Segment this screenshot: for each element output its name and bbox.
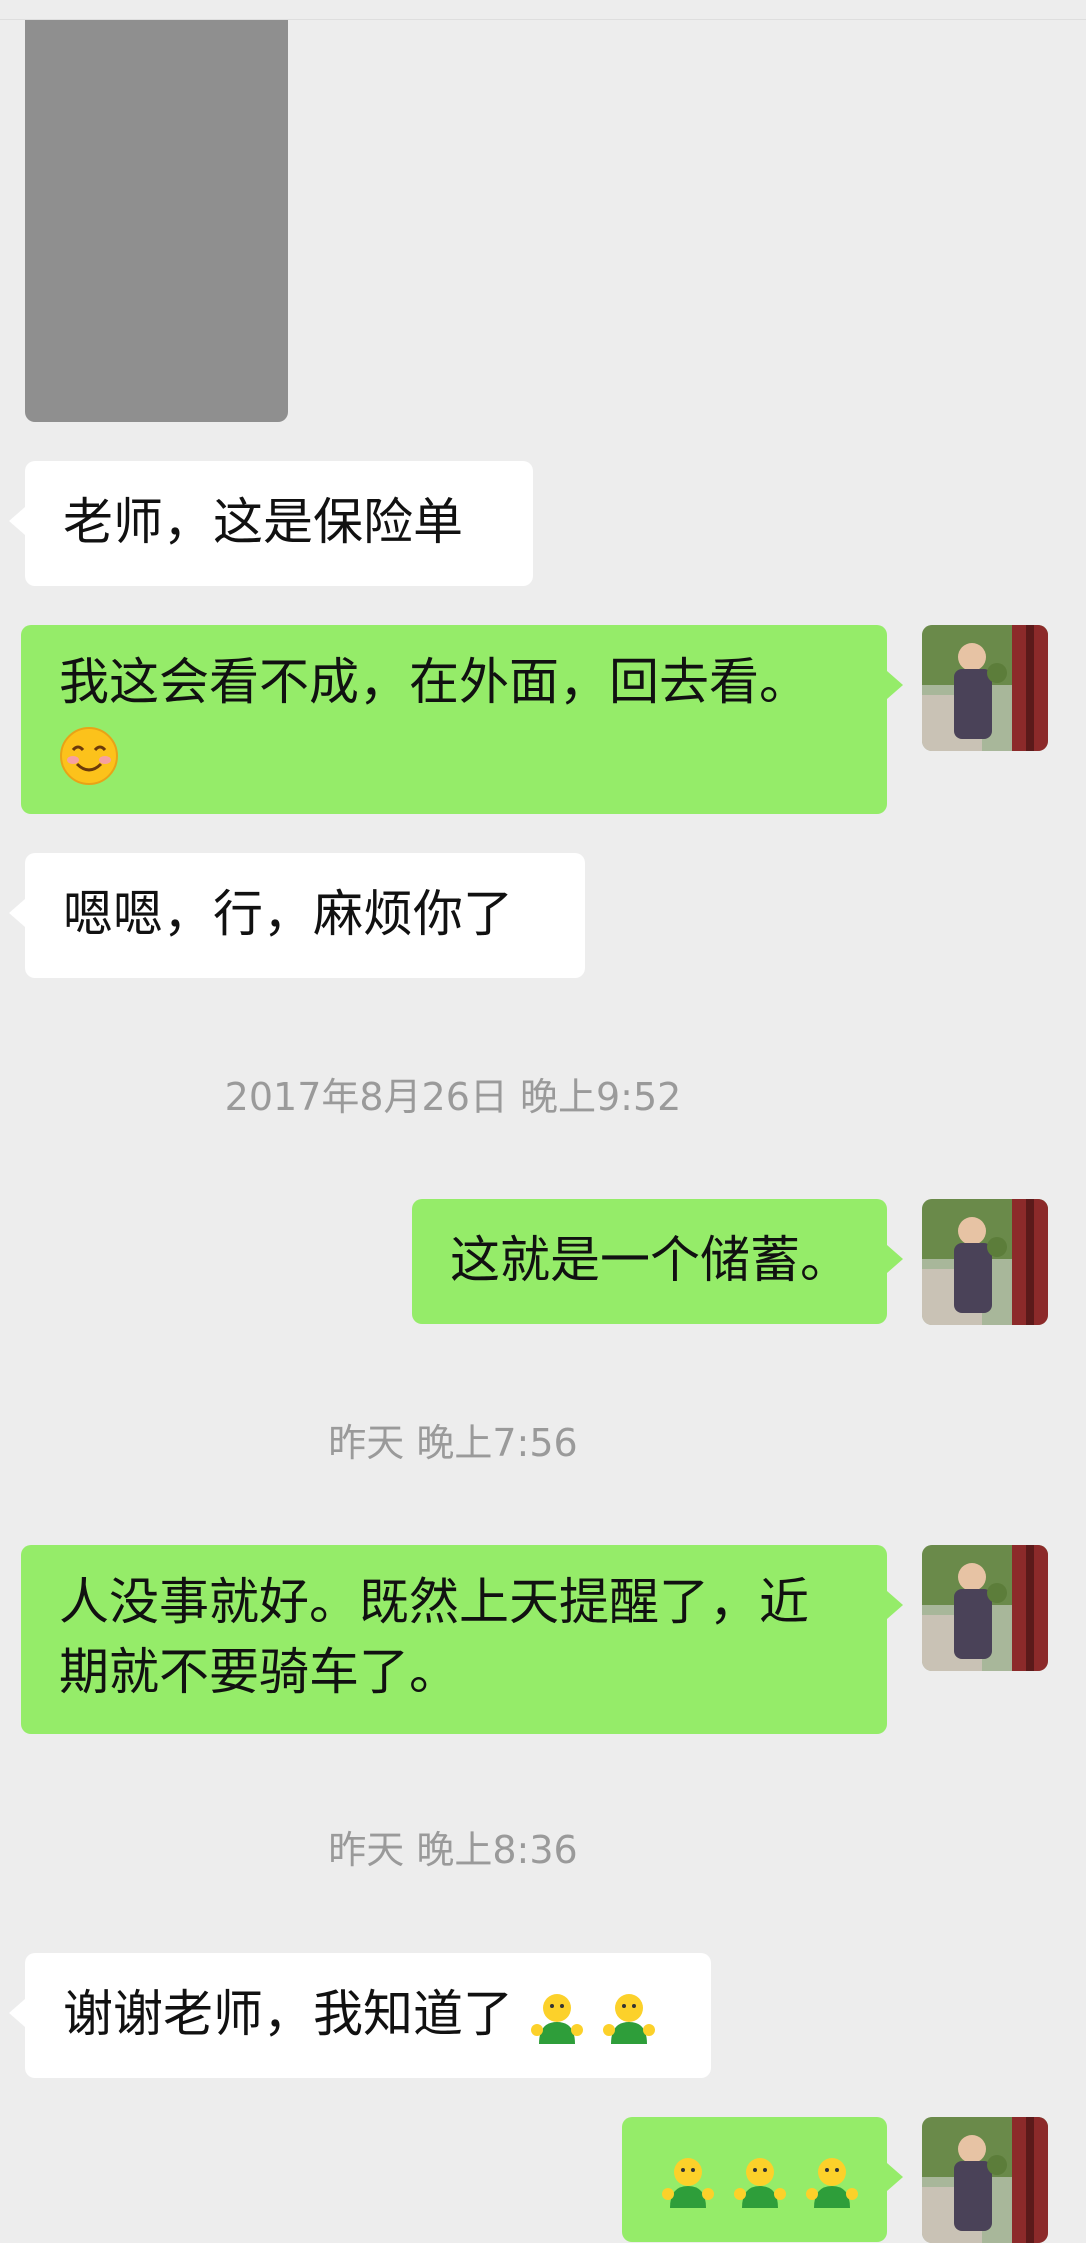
user-avatar[interactable] [922, 625, 1048, 751]
message-text: 谢谢老师，我知道了 [63, 1985, 513, 2043]
incoming-message-bubble[interactable]: 谢谢老师，我知道了 [9, 1953, 711, 2078]
thumbs-up-person-emoji [530, 1993, 583, 2044]
thumbs-up-person-emoji [805, 2157, 858, 2208]
message-text-line: 期就不要骑车了。 [59, 1643, 459, 1701]
outgoing-message-bubble[interactable]: 我这会看不成，在外面，回去看。 [21, 625, 903, 814]
thumbs-up-person-emoji [602, 1993, 655, 2044]
outgoing-message-bubble[interactable] [622, 2117, 903, 2242]
message-text-line: 人没事就好。既然上天提醒了，近 [59, 1573, 809, 1631]
avatar-photo-icon [922, 1545, 1048, 1671]
smiling-face-emoji [60, 726, 118, 785]
user-avatar[interactable] [922, 1545, 1048, 1671]
thumbs-up-person-emoji [662, 2157, 714, 2208]
timestamp: 昨天 晚上8:36 [328, 1828, 578, 1872]
avatar-photo-icon [922, 625, 1048, 751]
message-text: 这就是一个储蓄。 [450, 1231, 850, 1289]
user-avatar[interactable] [922, 1199, 1048, 1325]
outgoing-message-bubble[interactable]: 这就是一个储蓄。 [412, 1199, 903, 1324]
incoming-message-bubble[interactable]: 嗯嗯，行，麻烦你了 [9, 853, 585, 978]
top-divider [0, 0, 1086, 20]
outgoing-message-bubble[interactable]: 人没事就好。既然上天提醒了，近 期就不要骑车了。 [21, 1545, 903, 1734]
user-avatar[interactable] [922, 2117, 1048, 2243]
timestamp: 2017年8月26日 晚上9:52 [224, 1075, 682, 1119]
avatar-photo-icon [922, 1199, 1048, 1325]
incoming-message-bubble[interactable]: 老师，这是保险单 [9, 461, 533, 586]
message-text: 老师，这是保险单 [63, 493, 463, 551]
image-message[interactable] [25, 20, 288, 422]
thumbs-up-person-emoji [733, 2157, 786, 2208]
message-text: 我这会看不成，在外面，回去看。 [59, 653, 809, 711]
message-text: 嗯嗯，行，麻烦你了 [63, 885, 513, 943]
avatar-photo-icon [922, 2117, 1048, 2243]
timestamp: 昨天 晚上7:56 [328, 1421, 578, 1465]
